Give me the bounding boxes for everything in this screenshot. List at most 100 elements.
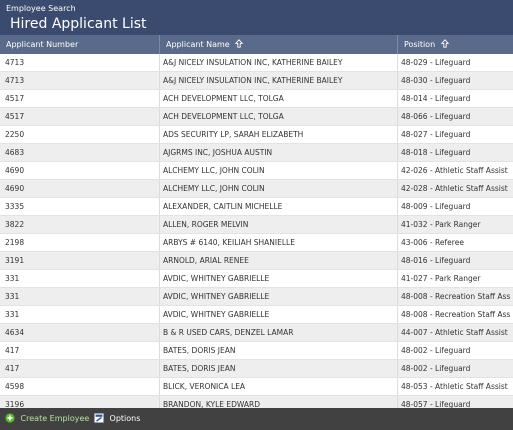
plus-circle-icon [5, 410, 15, 430]
position-cell: 48-027 - Lifeguard [401, 130, 471, 139]
table-row[interactable]: 4517 ACH DEVELOPMENT LLC, TOLGA 48-014 - L… [0, 90, 513, 108]
applicant-number-cell: 331 [0, 288, 160, 305]
applicant-number-cell: 417 [0, 342, 160, 359]
table-row[interactable]: 4683 AJGRMS INC, JOSHUA AUSTIN 48-018 - Li… [0, 144, 513, 162]
position-cell: 48-002 - Lifeguard [401, 346, 471, 355]
table-row[interactable]: 2198 ARBYS # 6140, KEILIAH SHANIELLE 43-00… [0, 234, 513, 252]
applicant-table-body: 4713 A&J NICELY INSULATION INC, KATHERINE… [0, 54, 513, 408]
column-header-applicant-name[interactable]: Applicant Name [160, 35, 398, 54]
applicant-name-cell: AJGRMS INC, JOSHUA AUSTIN [160, 144, 398, 161]
applicant-name-cell: AVDIC, WHITNEY GABRIELLE [160, 288, 398, 305]
applicant-name-cell: BATES, DORIS JEAN [160, 360, 398, 377]
applicant-number-cell: 3822 [0, 216, 160, 233]
applicant-name-cell: ARBYS # 6140, KEILIAH SHANIELLE [160, 234, 398, 251]
applicant-number-cell: 331 [0, 306, 160, 323]
applicant-name-cell: B & R USED CARS, DENZEL LAMAR [160, 324, 398, 341]
position-cell: 48-029 - Lifeguard [401, 58, 471, 67]
applicant-name-cell: ALEXANDER, CAITLIN MICHELLE [160, 198, 398, 215]
position-cell: 48-018 - Lifeguard [401, 148, 471, 157]
page-header: Employee Search Hired Applicant List [0, 0, 513, 35]
applicant-name-cell: AVDIC, WHITNEY GABRIELLE [160, 270, 398, 287]
position-cell: 48-066 - Lifeguard [401, 112, 471, 121]
applicant-number-cell: 4517 [0, 108, 160, 125]
column-header-label: Position [404, 40, 436, 49]
table-row[interactable]: 4690 ALCHEMY LLC, JOHN COLIN 42-028 - Athl… [0, 180, 513, 198]
applicant-number-cell: 4713 [0, 72, 160, 89]
applicant-name-cell: ALCHEMY LLC, JOHN COLIN [160, 162, 398, 179]
table-row[interactable]: 417 BATES, DORIS JEAN 48-002 - Lifeguard [0, 360, 513, 378]
options-button[interactable]: Options [94, 408, 140, 430]
position-cell: 48-009 - Lifeguard [401, 202, 471, 211]
position-cell: 43-006 - Referee [401, 238, 464, 247]
applicant-number-cell: 2250 [0, 126, 160, 143]
position-cell: 48-014 - Lifeguard [401, 94, 471, 103]
options-icon [94, 410, 104, 430]
footer-toolbar: Create Employee Options [0, 408, 513, 430]
page-title: Hired Applicant List [10, 16, 147, 32]
table-row[interactable]: 3191 ARNOLD, ARIAL RENEE 48-016 - Lifeguar… [0, 252, 513, 270]
applicant-number-cell: 3335 [0, 198, 160, 215]
applicant-number-cell: 3196 [0, 396, 160, 408]
applicant-number-cell: 2198 [0, 234, 160, 251]
table-header: Applicant Number Applicant Name Position [0, 35, 513, 54]
applicant-name-cell: ALLEN, ROGER MELVIN [160, 216, 398, 233]
options-label: Options [109, 414, 141, 423]
table-row[interactable]: 331 AVDIC, WHITNEY GABRIELLE 41-027 - Park… [0, 270, 513, 288]
table-row[interactable]: 4690 ALCHEMY LLC, JOHN COLIN 42-026 - Athl… [0, 162, 513, 180]
column-header-label: Applicant Number [6, 40, 79, 49]
table-row[interactable]: 2250 ADS SECURITY LP, SARAH ELIZABETH 48-0… [0, 126, 513, 144]
applicant-number-cell: 331 [0, 270, 160, 287]
create-employee-label: Create Employee [20, 414, 90, 423]
position-cell: 48-030 - Lifeguard [401, 76, 471, 85]
sort-up-arrow-icon[interactable] [440, 36, 449, 54]
position-cell: 48-057 - Lifeguard [401, 400, 471, 408]
table-row[interactable]: 3196 BRANDON, KYLE EDWARD 48-057 - Lifegua… [0, 396, 513, 408]
position-cell: 48-016 - Lifeguard [401, 256, 471, 265]
applicant-number-cell: 4634 [0, 324, 160, 341]
position-cell: 42-028 - Athletic Staff Assist [401, 184, 508, 193]
applicant-name-cell: ALCHEMY LLC, JOHN COLIN [160, 180, 398, 197]
table-row[interactable]: 4517 ACH DEVELOPMENT LLC, TOLGA 48-066 - L… [0, 108, 513, 126]
position-cell: 44-007 - Athletic Staff Assist [401, 328, 508, 337]
table-row[interactable]: 4634 B & R USED CARS, DENZEL LAMAR 44-007 … [0, 324, 513, 342]
column-header-applicant-number[interactable]: Applicant Number [0, 35, 160, 54]
applicant-name-cell: BATES, DORIS JEAN [160, 342, 398, 359]
applicant-name-cell: ARNOLD, ARIAL RENEE [160, 252, 398, 269]
applicant-number-cell: 3191 [0, 252, 160, 269]
column-header-label: Applicant Name [166, 40, 230, 49]
applicant-name-cell: ACH DEVELOPMENT LLC, TOLGA [160, 90, 398, 107]
applicant-name-cell: A&J NICELY INSULATION INC, KATHERINE BAI… [160, 72, 398, 89]
table-row[interactable]: 417 BATES, DORIS JEAN 48-002 - Lifeguard [0, 342, 513, 360]
applicant-name-cell: ACH DEVELOPMENT LLC, TOLGA [160, 108, 398, 125]
applicant-name-cell: A&J NICELY INSULATION INC, KATHERINE BAI… [160, 54, 398, 71]
position-cell: 48-053 - Athletic Staff Assist [401, 382, 508, 391]
table-row[interactable]: 4713 A&J NICELY INSULATION INC, KATHERINE… [0, 72, 513, 90]
table-row[interactable]: 3335 ALEXANDER, CAITLIN MICHELLE 48-009 - … [0, 198, 513, 216]
table-row[interactable]: 3822 ALLEN, ROGER MELVIN 41-032 - Park Ran… [0, 216, 513, 234]
table-row[interactable]: 331 AVDIC, WHITNEY GABRIELLE 48-008 - Recr… [0, 306, 513, 324]
applicant-name-cell: AVDIC, WHITNEY GABRIELLE [160, 306, 398, 323]
sort-up-arrow-icon[interactable] [235, 36, 244, 54]
hired-applicant-app: Employee Search Hired Applicant List App… [0, 0, 513, 430]
position-cell: 48-008 - Recreation Staff Ass [401, 310, 511, 319]
table-row[interactable]: 4713 A&J NICELY INSULATION INC, KATHERINE… [0, 54, 513, 72]
applicant-number-cell: 4690 [0, 180, 160, 197]
applicant-number-cell: 4690 [0, 162, 160, 179]
create-employee-button[interactable]: Create Employee [5, 408, 89, 430]
position-cell: 41-032 - Park Ranger [401, 220, 481, 229]
applicant-name-cell: BRANDON, KYLE EDWARD [160, 396, 398, 408]
position-cell: 42-026 - Athletic Staff Assist [401, 166, 508, 175]
table-row[interactable]: 4598 BLICK, VERONICA LEA 48-053 - Athletic… [0, 378, 513, 396]
applicant-number-cell: 4683 [0, 144, 160, 161]
applicant-number-cell: 4713 [0, 54, 160, 71]
breadcrumb[interactable]: Employee Search [6, 4, 76, 14]
applicant-name-cell: BLICK, VERONICA LEA [160, 378, 398, 395]
position-cell: 48-008 - Recreation Staff Ass [401, 292, 511, 301]
applicant-number-cell: 417 [0, 360, 160, 377]
position-cell: 48-002 - Lifeguard [401, 364, 471, 373]
position-cell: 41-027 - Park Ranger [401, 274, 481, 283]
applicant-number-cell: 4517 [0, 90, 160, 107]
column-header-position[interactable]: Position [398, 35, 513, 54]
applicant-name-cell: ADS SECURITY LP, SARAH ELIZABETH [160, 126, 398, 143]
table-row[interactable]: 331 AVDIC, WHITNEY GABRIELLE 48-008 - Recr… [0, 288, 513, 306]
